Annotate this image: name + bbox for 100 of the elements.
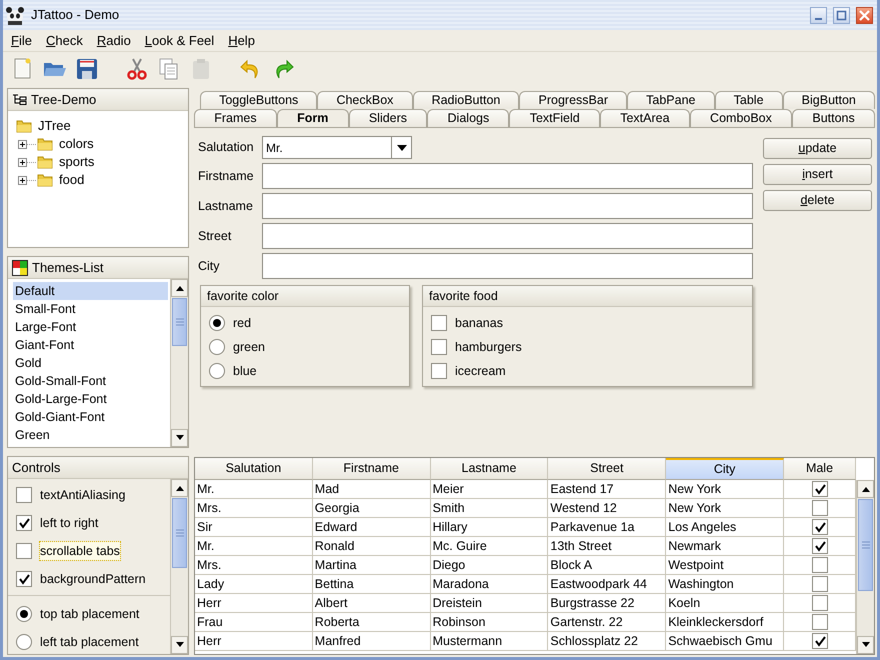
table-cell: Meier [430, 480, 548, 499]
maximize-icon [836, 10, 847, 20]
table-cell: Frau [195, 613, 313, 632]
field-label: City [198, 258, 221, 275]
checkbox[interactable] [431, 315, 447, 331]
tab[interactable]: Sliders [348, 109, 428, 127]
tab[interactable]: Frames [194, 109, 277, 127]
checkbox[interactable] [812, 614, 828, 630]
radio-button[interactable] [16, 634, 32, 650]
column-header[interactable]: City [666, 458, 784, 480]
table-cell: Mr. [195, 480, 313, 499]
group-title: favorite food [423, 286, 752, 307]
tab[interactable]: Dialogs [427, 109, 510, 127]
action-button[interactable]: update [763, 138, 872, 159]
tab[interactable]: Buttons [792, 109, 876, 127]
list-item[interactable]: Green [13, 426, 168, 444]
input-field[interactable] [262, 253, 753, 279]
list-item[interactable]: Small-Font [13, 300, 168, 318]
checkbox[interactable] [16, 487, 32, 503]
scrollbar[interactable] [856, 480, 874, 654]
checkbox[interactable] [16, 571, 32, 587]
list-item[interactable]: Gold-Giant-Font [13, 408, 168, 426]
menu-item[interactable]: Radio [96, 30, 131, 50]
radio-button[interactable] [209, 315, 225, 331]
tree-item[interactable]: sports [59, 152, 94, 172]
list-item[interactable]: Gold-Large-Font [13, 390, 168, 408]
radio-button[interactable] [209, 339, 225, 355]
checkbox[interactable] [812, 538, 828, 554]
checkbox[interactable] [812, 633, 828, 649]
tab[interactable]: TextArea [600, 109, 690, 127]
radio-button[interactable] [209, 363, 225, 379]
table-cell: Herr [195, 594, 313, 613]
tree-item[interactable]: JTree [38, 116, 71, 136]
tab[interactable]: ComboBox [690, 109, 792, 127]
input-field[interactable] [262, 223, 753, 249]
checkbox[interactable] [812, 519, 828, 535]
checkbox[interactable] [812, 500, 828, 516]
minimize-button[interactable] [810, 6, 827, 24]
menu-item[interactable]: Help [228, 30, 255, 50]
column-header[interactable]: Firstname [312, 458, 431, 480]
group-title: favorite color [201, 286, 409, 307]
radio-button[interactable] [16, 606, 32, 622]
column-header[interactable]: Salutation [195, 458, 313, 480]
checkbox[interactable] [16, 543, 32, 559]
input-field[interactable] [262, 193, 753, 219]
check-icon [18, 517, 30, 529]
column-header[interactable]: Male [784, 458, 856, 480]
checkbox[interactable] [812, 557, 828, 573]
table-cell: Bettina [312, 575, 431, 594]
maximize-button[interactable] [833, 6, 850, 24]
scrollbar[interactable] [170, 279, 188, 447]
tree-item[interactable]: food [59, 170, 84, 190]
tree-item[interactable]: colors [59, 134, 94, 154]
list-item[interactable]: Default [13, 282, 168, 300]
option-label: hamburgers [455, 338, 522, 356]
table-cell: 13th Street [548, 537, 666, 556]
scissors-icon[interactable] [125, 57, 149, 81]
tab[interactable]: RadioButton [412, 91, 520, 109]
menu-item[interactable]: Check [46, 30, 83, 50]
tab[interactable]: TextField [509, 109, 600, 127]
column-header[interactable]: Street [548, 458, 666, 480]
scrollbar[interactable] [170, 479, 188, 654]
menu-item[interactable]: Look & Feel [144, 30, 214, 50]
up-arrow-icon [860, 485, 870, 493]
checkbox[interactable] [812, 576, 828, 592]
panel-title: Tree-Demo [31, 90, 96, 109]
panel-title: Themes-List [32, 258, 104, 277]
input-field[interactable] [262, 163, 753, 189]
checkbox[interactable] [16, 515, 32, 531]
action-button[interactable]: delete [763, 190, 872, 211]
tab[interactable]: BigButton [782, 91, 875, 109]
table-cell: Robinson [430, 613, 548, 632]
tab[interactable]: TabPane [627, 91, 715, 109]
checkbox[interactable] [812, 595, 828, 611]
close-button[interactable] [856, 6, 873, 24]
list-item[interactable]: Gold [13, 354, 168, 372]
table-cell: Smith [430, 499, 548, 518]
expand-icon[interactable] [18, 176, 27, 184]
column-header[interactable]: Lastname [430, 458, 548, 480]
tab[interactable]: CheckBox [317, 91, 412, 109]
list-item[interactable]: Large-Font [13, 318, 168, 336]
close-icon [859, 10, 870, 20]
table-cell: Kleinkleckersdorf [666, 613, 784, 632]
tab[interactable]: Form [276, 109, 349, 127]
checkbox[interactable] [431, 363, 447, 379]
checkbox[interactable] [812, 481, 828, 497]
action-button[interactable]: insert [763, 164, 872, 185]
table-cell: Mrs. [195, 556, 313, 575]
list-item[interactable]: Gold-Small-Font [13, 372, 168, 390]
expand-icon[interactable] [18, 140, 27, 148]
list-item[interactable]: Giant-Font [13, 336, 168, 354]
checkbox[interactable] [431, 339, 447, 355]
tab[interactable]: Table [714, 91, 783, 109]
tab[interactable]: ToggleButtons [200, 91, 318, 109]
menu-item[interactable]: File [11, 30, 32, 50]
table-cell: Washington [666, 575, 784, 594]
salutation-dropdown[interactable]: Mr. [262, 136, 412, 159]
field-label: Firstname [198, 168, 255, 185]
expand-icon[interactable] [18, 158, 27, 166]
tab[interactable]: ProgressBar [519, 91, 628, 109]
